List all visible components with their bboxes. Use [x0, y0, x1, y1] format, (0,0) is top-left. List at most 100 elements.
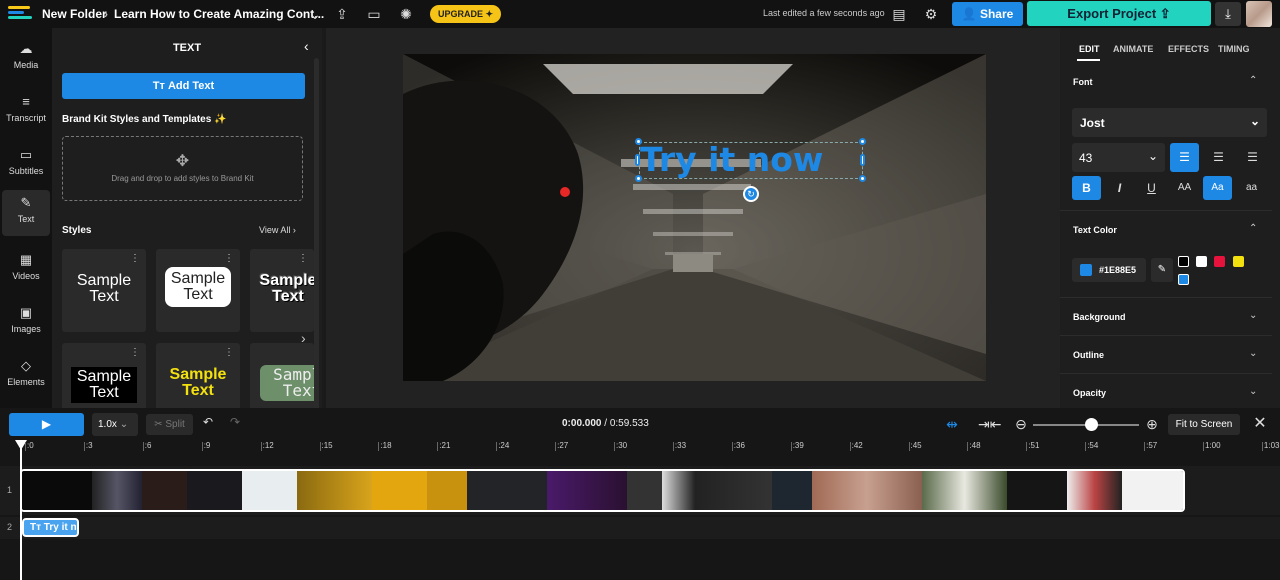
clip-thumbnail	[297, 471, 372, 510]
redo-icon[interactable]: ↷	[230, 415, 240, 429]
style-card-white-box[interactable]: ⋮ Sample Text	[156, 249, 240, 332]
chevron-up-icon[interactable]: ⌃	[1249, 75, 1257, 86]
close-icon[interactable]: ✕	[1251, 415, 1269, 433]
playhead[interactable]	[20, 440, 22, 580]
align-left-button[interactable]: ☰	[1170, 143, 1199, 172]
nav-item-videos[interactable]: ▦ Videos	[2, 247, 50, 293]
app-logo[interactable]	[8, 6, 34, 22]
zoom-in-icon[interactable]: ⊕	[1143, 415, 1161, 433]
breadcrumb-folder[interactable]: New Folder	[42, 7, 107, 21]
color-preset-red[interactable]	[1214, 256, 1225, 267]
snap-icon[interactable]: ⇹	[943, 415, 961, 433]
zoom-slider-knob[interactable]	[1085, 418, 1098, 431]
export-project-button[interactable]: Export Project ⇪	[1027, 1, 1211, 26]
avatar[interactable]	[1246, 1, 1272, 27]
more-icon[interactable]: ⋮	[130, 253, 140, 264]
resize-handle[interactable]	[635, 154, 640, 166]
track-row-text	[0, 517, 1280, 539]
chevron-down-icon[interactable]: ⌄	[1249, 310, 1257, 321]
clip-thumbnail	[662, 471, 772, 510]
eyedropper-icon[interactable]: ✎	[1151, 258, 1173, 282]
font-size-select[interactable]: 43 ⌄	[1072, 143, 1165, 172]
color-preset-yellow[interactable]	[1233, 256, 1244, 267]
resize-handle[interactable]	[859, 175, 866, 182]
undo-icon[interactable]: ↶	[203, 415, 213, 429]
rotate-icon[interactable]: ↻	[743, 186, 759, 202]
nav-item-elements[interactable]: ◇ Elements	[2, 353, 50, 399]
speed-select[interactable]: 1.0x ⌄	[92, 413, 138, 436]
split-button[interactable]: ✂ Split	[146, 414, 193, 435]
outline-section-title[interactable]: Outline	[1073, 350, 1104, 360]
text-clip[interactable]: Tт Try it now	[22, 518, 79, 537]
tab-effects[interactable]: EFFECTS	[1168, 44, 1209, 54]
underline-button[interactable]: U	[1137, 176, 1166, 200]
video-frame[interactable]	[403, 54, 986, 381]
italic-button[interactable]: I	[1105, 176, 1134, 200]
chevron-down-icon[interactable]: ⌄	[306, 5, 324, 23]
more-icon[interactable]: ⋮	[130, 347, 140, 358]
zoom-out-icon[interactable]: ⊖	[1012, 415, 1030, 433]
nav-item-media[interactable]: ☁ Media	[2, 36, 50, 82]
nav-item-text[interactable]: ✎ Text	[2, 190, 50, 236]
tab-animate[interactable]: ANIMATE	[1113, 44, 1153, 54]
resize-handle[interactable]	[635, 175, 642, 182]
more-icon[interactable]: ⋮	[298, 253, 308, 264]
play-button[interactable]: ▶	[9, 413, 84, 436]
view-all-link[interactable]: View All ›	[259, 225, 296, 235]
fit-to-screen-button[interactable]: Fit to Screen	[1168, 414, 1240, 435]
video-clip[interactable]	[20, 469, 1185, 512]
bold-button[interactable]: B	[1072, 176, 1101, 200]
upload-icon[interactable]: ⇪	[333, 5, 351, 23]
chevron-left-icon[interactable]: ‹	[304, 38, 309, 54]
resize-handle[interactable]	[635, 138, 642, 145]
add-text-button[interactable]: Tт Add Text	[62, 73, 305, 99]
lowercase-button[interactable]: aa	[1237, 176, 1266, 200]
ruler-tick-label: :6	[144, 441, 152, 450]
project-name[interactable]: Learn How to Create Amazing Cont...	[114, 7, 324, 21]
color-preset-white[interactable]	[1196, 256, 1207, 267]
upgrade-button[interactable]: UPGRADE ✦	[430, 5, 501, 23]
color-preset-blue[interactable]	[1178, 274, 1189, 285]
titlecase-button[interactable]: Aa	[1203, 176, 1232, 200]
color-preset-black[interactable]	[1178, 256, 1189, 267]
chevron-down-icon[interactable]: ⌄	[1249, 386, 1257, 397]
uppercase-button[interactable]: AA	[1170, 176, 1199, 200]
style-line2: Text	[282, 381, 314, 400]
subtitles-icon[interactable]: ▭	[365, 5, 383, 23]
nav-item-subtitles[interactable]: ▭ Subtitles	[2, 142, 50, 188]
lightbulb-icon[interactable]: ✺	[397, 5, 415, 23]
image-icon: ▣	[19, 305, 33, 320]
canvas-text-overlay[interactable]: Try it now	[640, 140, 823, 179]
chevron-right-icon[interactable]: ›	[301, 330, 306, 346]
share-button[interactable]: 👤 Share	[952, 2, 1023, 26]
gear-icon[interactable]: ⚙	[922, 5, 940, 23]
nav-label: Elements	[7, 377, 45, 387]
resize-handle[interactable]	[860, 154, 865, 166]
background-section-title[interactable]: Background	[1073, 312, 1126, 322]
more-icon[interactable]: ⋮	[224, 253, 234, 264]
nav-item-images[interactable]: ▣ Images	[2, 300, 50, 346]
brandkit-dropzone[interactable]: ✥ Drag and drop to add styles to Brand K…	[62, 136, 303, 201]
opacity-section-title[interactable]: Opacity	[1073, 388, 1106, 398]
style-card-outline[interactable]: ⋮ Sample Text	[250, 249, 314, 332]
ruler-tick	[790, 442, 792, 451]
panel-scrollbar[interactable]	[314, 58, 319, 430]
chevron-up-icon[interactable]: ⌃	[1249, 223, 1257, 234]
clip-thumbnail	[1122, 471, 1183, 510]
font-select[interactable]: Jost ⌄	[1072, 108, 1267, 137]
nav-item-transcript[interactable]: ≡ Transcript	[2, 89, 50, 135]
resize-handle[interactable]	[859, 138, 866, 145]
style-card-plain[interactable]: ⋮ Sample Text	[62, 249, 146, 332]
style-sample: SampleText	[165, 267, 231, 307]
tab-edit[interactable]: EDIT	[1079, 44, 1100, 54]
comment-icon[interactable]: ▤	[890, 5, 908, 23]
fit-width-icon[interactable]: ⇥⇤	[978, 415, 1001, 433]
add-text-label: Add Text	[167, 80, 215, 92]
tab-timing[interactable]: TIMING	[1218, 44, 1250, 54]
more-icon[interactable]: ⋮	[224, 347, 234, 358]
align-center-button[interactable]: ☰	[1204, 143, 1233, 172]
clip-thumbnail	[142, 471, 187, 510]
align-right-button[interactable]: ☰	[1238, 143, 1267, 172]
download-button[interactable]: ⤓	[1215, 2, 1241, 26]
chevron-down-icon[interactable]: ⌄	[1249, 348, 1257, 359]
